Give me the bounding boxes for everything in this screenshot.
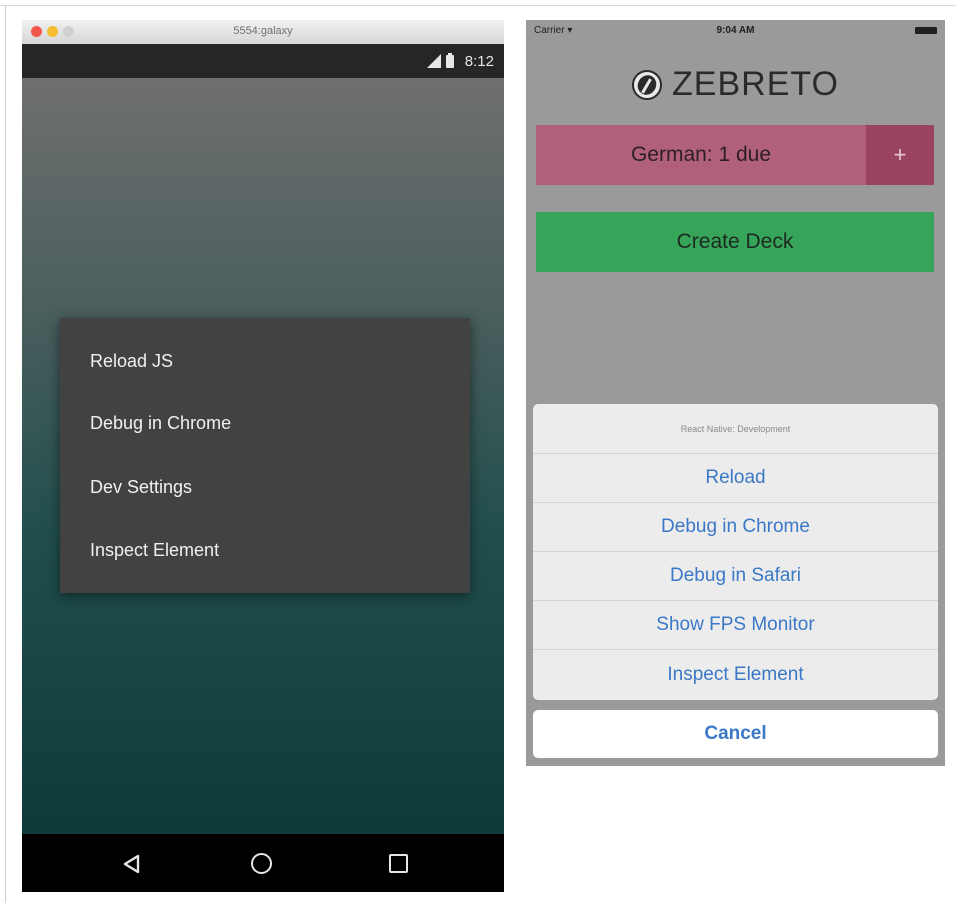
dev-menu-reload-js[interactable]: Reload JS — [90, 351, 173, 372]
dev-action-sheet: React Native: Development Reload Debug i… — [533, 404, 938, 700]
action-cancel-button[interactable]: Cancel — [533, 710, 938, 758]
status-time: 8:12 — [464, 53, 494, 70]
android-navigation-bar — [22, 834, 504, 892]
dev-menu-dev-settings[interactable]: Dev Settings — [90, 477, 192, 498]
emulator-window-titlebar: 5554:galaxy — [22, 20, 504, 45]
ios-status-bar: Carrier ▾ 9:04 AM — [526, 20, 945, 42]
android-app-screen: Reload JS Debug in Chrome Dev Settings I… — [22, 78, 504, 834]
ios-status-time: 9:04 AM — [716, 25, 755, 36]
app-name: ZEBRETO — [672, 65, 839, 103]
android-dev-menu: Reload JS Debug in Chrome Dev Settings I… — [60, 318, 470, 593]
action-inspect-element-button[interactable]: Inspect Element — [533, 650, 938, 699]
window-title: 5554:galaxy — [233, 25, 293, 37]
deck-row: German: 1 due + — [536, 125, 934, 185]
battery-icon — [915, 27, 937, 34]
action-debug-chrome-button[interactable]: Debug in Chrome — [533, 503, 938, 552]
app-header: ZEBRETO — [526, 65, 945, 104]
ios-simulator: Carrier ▾ 9:04 AM ZEBRETO German: 1 due … — [526, 20, 945, 766]
create-deck-button[interactable]: Create Deck — [536, 212, 934, 272]
dev-menu-debug-in-chrome[interactable]: Debug in Chrome — [90, 413, 231, 434]
back-icon[interactable] — [122, 854, 142, 874]
action-fps-monitor-button[interactable]: Show FPS Monitor — [533, 601, 938, 650]
action-reload-button[interactable]: Reload — [533, 454, 938, 503]
android-emulator: 5554:galaxy 8:12 Reload JS Debug in Chro… — [22, 20, 504, 892]
zebra-logo-icon — [632, 69, 663, 100]
battery-icon — [446, 52, 454, 68]
action-sheet-title: React Native: Development — [533, 404, 938, 454]
home-icon[interactable] — [251, 853, 272, 874]
action-debug-safari-button[interactable]: Debug in Safari — [533, 552, 938, 601]
deck-german-button[interactable]: German: 1 due — [536, 125, 866, 185]
recent-apps-icon[interactable] — [389, 854, 408, 873]
android-status-bar: 8:12 — [22, 44, 504, 78]
signal-icon — [427, 54, 441, 68]
dev-menu-inspect-element[interactable]: Inspect Element — [90, 540, 219, 561]
page-left-border — [5, 5, 6, 903]
add-card-button[interactable]: + — [866, 125, 934, 185]
page-top-border — [0, 5, 956, 6]
